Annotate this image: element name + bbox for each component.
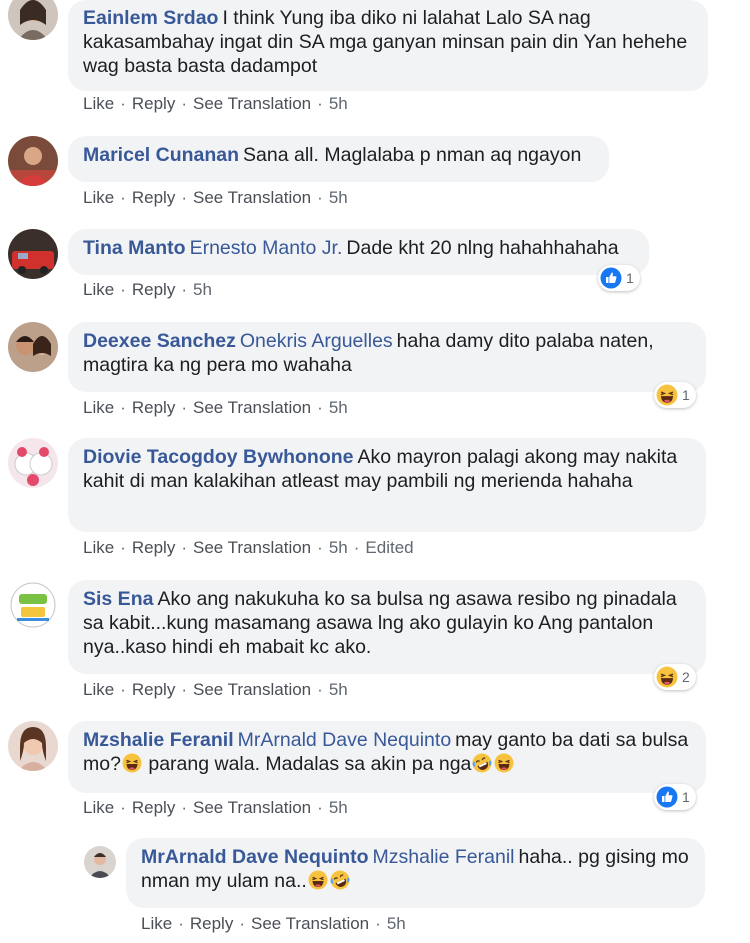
laughing-emoji-icon: [122, 753, 142, 773]
like-button[interactable]: Like: [83, 94, 114, 113]
avatar[interactable]: [8, 322, 58, 372]
comment-bubble: MrArnald Dave Nequinto Mzshalie Feranil ha…: [126, 838, 705, 908]
comment-bubble: Deexee Sanchez Onekris Arguelles haha damy…: [68, 322, 706, 392]
reply-button[interactable]: Reply: [132, 188, 175, 207]
comment-author[interactable]: MrArnald Dave Nequinto: [141, 846, 369, 868]
reaction-count[interactable]: 1: [598, 265, 640, 291]
like-button[interactable]: Like: [83, 188, 114, 207]
comment-bubble: Tina Manto Ernesto Manto Jr. Dade kht 20 n…: [68, 229, 649, 275]
like-button[interactable]: Like: [83, 398, 114, 417]
tagged-user[interactable]: Ernesto Manto Jr.: [190, 237, 343, 259]
reply-button[interactable]: Reply: [132, 538, 175, 557]
comment-author[interactable]: Diovie Tacogdoy Bywhonone: [83, 446, 354, 468]
comment-bubble: Sis Ena Ako ang nakukuha ko sa bulsa ng a…: [68, 580, 706, 674]
comment-author[interactable]: Mzshalie Feranil: [83, 729, 234, 751]
comment-text: Sana all. Maglalaba p nman aq ngayon: [243, 144, 582, 166]
tagged-user[interactable]: Mzshalie Feranil: [373, 846, 515, 868]
comment-actions: Like · Reply · See Translation · 5h: [83, 398, 348, 417]
laughing-emoji-icon: [494, 753, 514, 773]
comment-actions: Like · Reply · See Translation · 5h: [83, 798, 348, 817]
comment-author[interactable]: Deexee Sanchez: [83, 330, 236, 352]
see-translation-link[interactable]: See Translation: [251, 914, 369, 933]
see-translation-link[interactable]: See Translation: [193, 798, 311, 817]
reply-button[interactable]: Reply: [132, 798, 175, 817]
comment-author[interactable]: Eainlem Srdao: [83, 7, 218, 29]
avatar[interactable]: [8, 438, 58, 488]
timestamp[interactable]: 5h: [387, 914, 406, 933]
comment-author[interactable]: Maricel Cunanan: [83, 144, 239, 166]
comment-text: parang wala. Madalas sa akin pa nga: [148, 753, 472, 775]
comment-actions: Like · Reply · See Translation · 5h: [83, 94, 348, 113]
rofl-emoji-icon: [472, 753, 492, 773]
see-translation-link[interactable]: See Translation: [193, 94, 311, 113]
reaction-count[interactable]: 1: [654, 784, 696, 810]
comment-bubble: Eainlem Srdao I think Yung iba diko ni la…: [68, 0, 708, 91]
see-translation-link[interactable]: See Translation: [193, 538, 311, 557]
comment-author[interactable]: Sis Ena: [83, 588, 153, 610]
reaction-count[interactable]: 1: [654, 382, 696, 408]
comment-actions: Like · Reply · See Translation · 5h: [83, 188, 348, 207]
reply-button[interactable]: Reply: [190, 914, 233, 933]
comment-text: Dade kht 20 nlng hahahhahaha: [346, 237, 619, 259]
like-button[interactable]: Like: [83, 680, 114, 699]
reply-button[interactable]: Reply: [132, 680, 175, 699]
rofl-emoji-icon: [330, 870, 350, 890]
haha-icon: [656, 666, 678, 688]
comment-actions: Like · Reply · 5h: [83, 280, 212, 299]
avatar[interactable]: [8, 721, 58, 771]
laughing-emoji-icon: [308, 870, 328, 890]
like-button[interactable]: Like: [83, 798, 114, 817]
comment-author[interactable]: Tina Manto: [83, 237, 186, 259]
reply-button[interactable]: Reply: [132, 280, 175, 299]
edited-label: Edited: [365, 538, 414, 557]
reply-button[interactable]: Reply: [132, 398, 175, 417]
avatar[interactable]: [8, 0, 58, 40]
avatar[interactable]: [8, 580, 58, 630]
avatar[interactable]: [84, 846, 116, 878]
haha-icon: [656, 384, 678, 406]
timestamp[interactable]: 5h: [329, 188, 348, 207]
comment-bubble: Diovie Tacogdoy Bywhonone Ako mayron pala…: [68, 438, 706, 532]
avatar[interactable]: [8, 229, 58, 279]
like-icon: [656, 786, 678, 808]
timestamp[interactable]: 5h: [329, 398, 348, 417]
see-translation-link[interactable]: See Translation: [193, 398, 311, 417]
comment-actions: Like · Reply · See Translation · 5h: [83, 680, 348, 699]
avatar[interactable]: [8, 136, 58, 186]
tagged-user[interactable]: Onekris Arguelles: [240, 330, 393, 352]
timestamp[interactable]: 5h: [193, 280, 212, 299]
see-translation-link[interactable]: See Translation: [193, 188, 311, 207]
reply-button[interactable]: Reply: [132, 94, 175, 113]
see-translation-link[interactable]: See Translation: [193, 680, 311, 699]
like-button[interactable]: Like: [83, 280, 114, 299]
timestamp[interactable]: 5h: [329, 538, 348, 557]
timestamp[interactable]: 5h: [329, 798, 348, 817]
comment-text: Ako ang nakukuha ko sa bulsa ng asawa re…: [83, 588, 677, 658]
comment-actions: Like · Reply · See Translation · 5h · Edited: [83, 538, 414, 557]
like-button[interactable]: Like: [83, 538, 114, 557]
like-icon: [600, 267, 622, 289]
like-button[interactable]: Like: [141, 914, 172, 933]
timestamp[interactable]: 5h: [329, 94, 348, 113]
comment-actions: Like · Reply · See Translation · 5h: [141, 914, 406, 933]
comment-bubble: Mzshalie Feranil MrArnald Dave Nequinto ma…: [68, 721, 706, 793]
timestamp[interactable]: 5h: [329, 680, 348, 699]
reaction-count[interactable]: 2: [654, 664, 696, 690]
comment-bubble: Maricel Cunanan Sana all. Maglalaba p nma…: [68, 136, 609, 182]
tagged-user[interactable]: MrArnald Dave Nequinto: [238, 729, 452, 751]
